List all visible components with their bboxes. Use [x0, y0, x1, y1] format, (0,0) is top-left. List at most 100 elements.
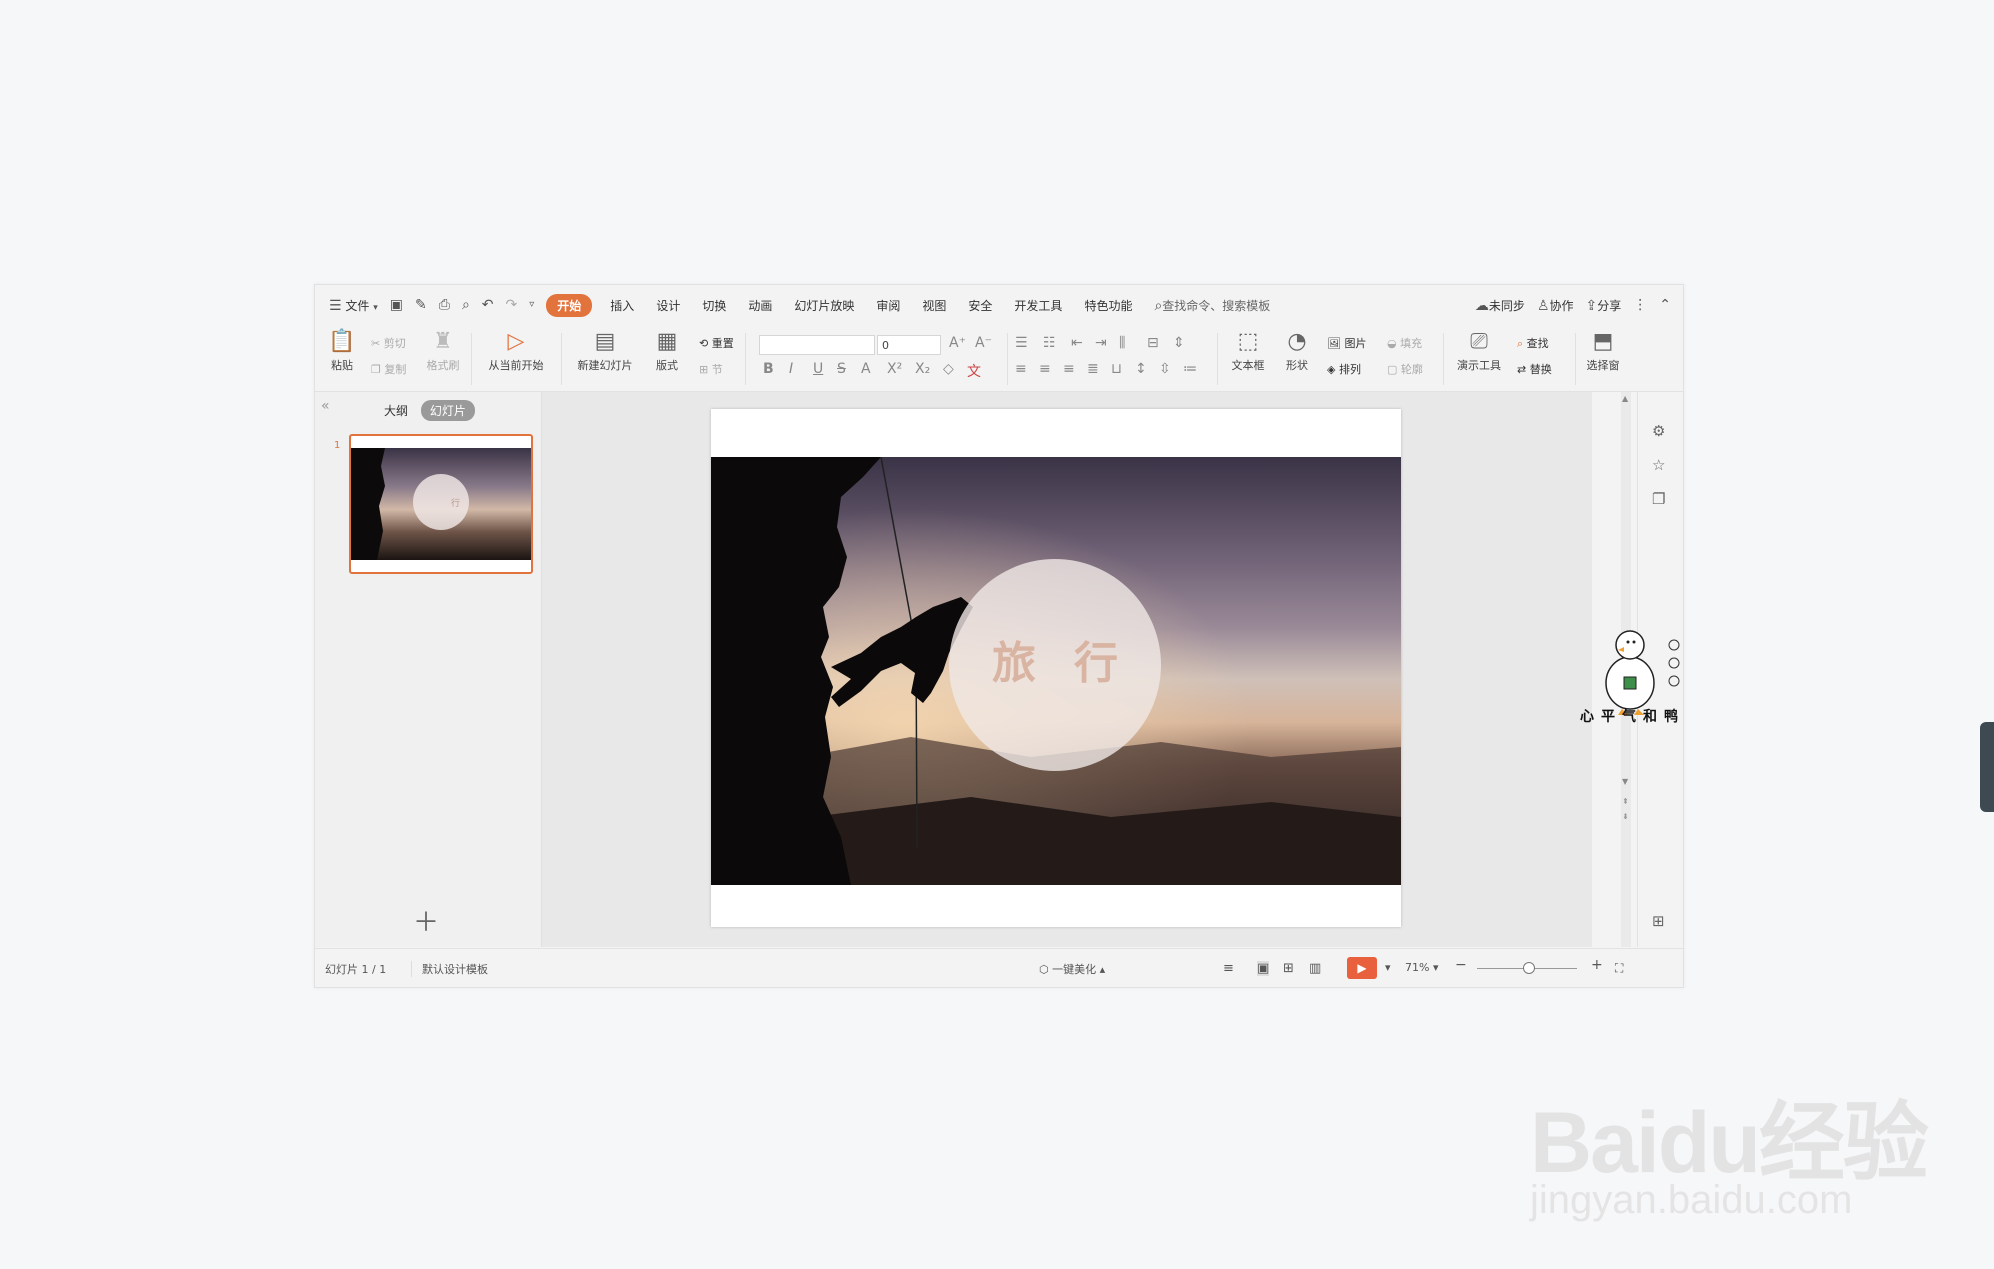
format-painter-button[interactable]: ♜ 格式刷 — [423, 327, 463, 373]
italic-icon[interactable]: I — [789, 361, 793, 377]
font-size-select[interactable]: 0 — [877, 335, 941, 355]
text-direction-icon[interactable]: ⊟ — [1147, 335, 1159, 351]
tab-features[interactable]: 特色功能 — [1084, 297, 1132, 314]
current-slide[interactable]: 旅行 — [711, 409, 1401, 927]
zoom-in-icon[interactable]: + — [1591, 957, 1603, 973]
tab-animations[interactable]: 动画 — [748, 297, 772, 314]
normal-view-icon[interactable]: ▣ — [1257, 961, 1270, 976]
slide-title[interactable]: 旅行 — [949, 627, 1161, 691]
decrease-font-icon[interactable]: A⁻ — [975, 335, 992, 351]
font-family-select[interactable] — [759, 335, 875, 355]
bold-icon[interactable]: B — [763, 361, 774, 377]
numbering-icon[interactable]: ☷ — [1043, 335, 1056, 351]
paragraph-settings-icon[interactable]: ≔ — [1183, 361, 1197, 377]
align-right-icon[interactable]: ≡ — [1063, 361, 1075, 377]
section-button[interactable]: ⊞ 节 — [699, 361, 723, 377]
phonetic-guide-icon[interactable]: 文 — [967, 361, 981, 381]
scroll-down-icon[interactable]: ▼ — [1622, 777, 1628, 786]
reading-view-icon[interactable]: ▥ — [1309, 961, 1321, 976]
template-name[interactable]: 默认设计模板 — [411, 961, 488, 977]
next-slide-icon[interactable]: ⇟ — [1622, 812, 1629, 821]
find-button[interactable]: ⌕ 查找 — [1517, 335, 1549, 351]
tab-design[interactable]: 设计 — [656, 297, 680, 314]
increase-indent-icon[interactable]: ⇥ — [1095, 335, 1107, 351]
tab-outline[interactable]: 大纲 — [375, 400, 417, 421]
layout-button[interactable]: ▦ 版式 — [649, 327, 685, 373]
tab-slideshow[interactable]: 幻灯片放映 — [794, 297, 854, 314]
slide-transition-icon[interactable]: ❐ — [1652, 490, 1665, 508]
reset-button[interactable]: ⟲ 重置 — [699, 335, 734, 351]
tab-insert[interactable]: 插入 — [610, 297, 634, 314]
line-spacing-icon[interactable]: ⇕ — [1173, 335, 1185, 351]
align-center-icon[interactable]: ≡ — [1039, 361, 1051, 377]
distribute-icon[interactable]: ⊔ — [1111, 361, 1122, 377]
superscript-icon[interactable]: X² — [887, 361, 902, 377]
increase-font-icon[interactable]: A⁺ — [949, 335, 966, 351]
fill-button[interactable]: ◒ 填充 — [1387, 335, 1422, 351]
text-align-vertical-icon[interactable]: ⇳ — [1159, 361, 1171, 377]
format-painter-icon[interactable]: ✎ — [415, 298, 427, 312]
command-search[interactable]: ⌕查找命令、搜索模板 — [1154, 297, 1270, 314]
scroll-up-icon[interactable]: ▲ — [1622, 394, 1628, 403]
fit-window-icon[interactable]: ⛶ — [1615, 961, 1623, 976]
tab-view[interactable]: 视图 — [922, 297, 946, 314]
strikethrough-icon[interactable]: S — [837, 361, 846, 377]
tab-security[interactable]: 安全 — [968, 297, 992, 314]
notes-icon[interactable]: ≡ — [1223, 961, 1234, 976]
redo-icon[interactable]: ↷ — [506, 298, 518, 312]
shape-button[interactable]: ◔ 形状 — [1277, 327, 1317, 373]
align-left-icon[interactable]: ≡ — [1015, 361, 1027, 377]
arrange-button[interactable]: ◈ 排列 — [1327, 361, 1361, 377]
zoom-level[interactable]: 71% ▾ — [1405, 961, 1438, 974]
save-icon[interactable]: ▣ — [390, 298, 403, 312]
tab-review[interactable]: 审阅 — [876, 297, 900, 314]
slide-sorter-icon[interactable]: ⊞ — [1283, 961, 1294, 976]
add-slide-icon[interactable]: ＋ — [413, 902, 439, 939]
paragraph-spacing-icon[interactable]: ↕ — [1135, 361, 1147, 377]
bullets-icon[interactable]: ☰ — [1015, 335, 1028, 351]
play-slideshow-button[interactable]: ▶ — [1347, 957, 1377, 979]
tab-developer[interactable]: 开发工具 — [1014, 297, 1062, 314]
side-widget-tab[interactable] — [1980, 722, 1994, 812]
properties-icon[interactable]: ⚙ — [1652, 422, 1665, 440]
clear-format-icon[interactable]: ◇ — [943, 361, 954, 377]
beautify-button[interactable]: ⬡ 一键美化 ▴ — [1039, 961, 1105, 977]
slide-thumbnail[interactable]: 行 — [349, 434, 533, 574]
share-button[interactable]: ⇪分享 — [1586, 297, 1622, 314]
print-icon[interactable]: ⎙ — [439, 298, 450, 312]
tab-transitions[interactable]: 切换 — [702, 297, 726, 314]
selection-pane-button[interactable]: ⬒ 选择窗 — [1579, 327, 1627, 373]
file-menu[interactable]: ☰ 文件 ▾ — [329, 297, 378, 314]
underline-icon[interactable]: U — [813, 361, 823, 377]
cut-button[interactable]: ✂ 剪切 — [371, 335, 406, 351]
previous-slide-icon[interactable]: ⇞ — [1622, 797, 1629, 806]
subscript-icon[interactable]: X₂ — [915, 361, 930, 377]
zoom-slider-knob[interactable] — [1523, 962, 1535, 974]
zoom-out-icon[interactable]: − — [1455, 957, 1467, 973]
animation-icon[interactable]: ☆ — [1652, 456, 1665, 474]
play-options-icon[interactable]: ▾ — [1385, 961, 1391, 974]
sync-status-button[interactable]: ☁未同步 — [1475, 297, 1525, 314]
columns-icon[interactable]: ⫼ — [1119, 335, 1125, 351]
customize-toolbar-icon[interactable]: ▿ — [529, 300, 534, 310]
picture-button[interactable]: 🖼 图片 — [1327, 335, 1366, 351]
play-from-current-button[interactable]: ▷ 从当前开始 — [479, 327, 553, 373]
copy-button[interactable]: ❐ 复制 — [371, 361, 406, 377]
justify-icon[interactable]: ≣ — [1087, 361, 1099, 377]
undo-icon[interactable]: ↶ — [482, 298, 494, 312]
tab-slides[interactable]: 幻灯片 — [420, 400, 475, 421]
apps-grid-icon[interactable]: ⊞ — [1652, 912, 1665, 930]
more-options-icon[interactable]: ⋮ — [1633, 298, 1647, 312]
new-slide-button[interactable]: ▤ 新建幻灯片 — [569, 327, 641, 373]
replace-button[interactable]: ⇄ 替换 — [1517, 361, 1552, 377]
present-tools-button[interactable]: ⎚ 演示工具 — [1449, 327, 1509, 373]
decrease-indent-icon[interactable]: ⇤ — [1071, 335, 1083, 351]
print-preview-icon[interactable]: ⌕ — [462, 298, 470, 312]
outline-button[interactable]: ▢ 轮廓 — [1387, 361, 1423, 377]
collaborate-button[interactable]: ♙协作 — [1537, 297, 1574, 314]
collapse-ribbon-icon[interactable]: ⌃ — [1659, 298, 1671, 312]
textbox-button[interactable]: ⬚ 文本框 — [1225, 327, 1271, 373]
collapse-panel-icon[interactable]: « — [321, 398, 330, 414]
font-color-icon[interactable]: A — [861, 361, 871, 377]
paste-button[interactable]: 📋 粘贴 — [325, 327, 359, 373]
